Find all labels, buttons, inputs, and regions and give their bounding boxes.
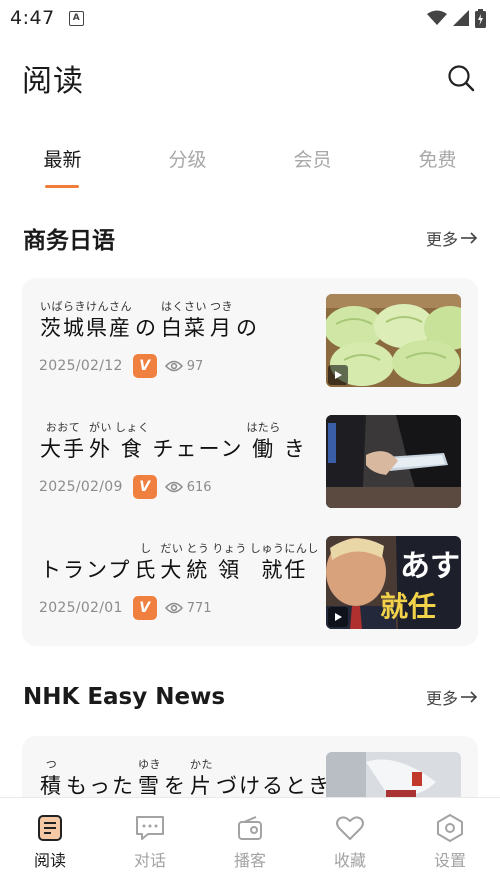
view-count: 616: [164, 479, 212, 495]
nav-dialogue[interactable]: 对话: [100, 798, 200, 888]
nav-label: 对话: [133, 851, 166, 870]
ruby-word: ゆき雪: [138, 758, 161, 798]
article-title: いばらきけんさん 茨城県産 の はくさい 白菜 つき月 の: [40, 294, 262, 342]
category-tabs: 最新 分级 会员 免费: [0, 132, 500, 192]
ruby-word: の: [135, 316, 158, 340]
notification-icon: A: [68, 10, 84, 26]
play-icon: [328, 607, 348, 627]
news-portrait-photo-thumbnail: あす 就任: [326, 536, 461, 629]
settings-icon: [437, 814, 463, 842]
thumb-overlay-text-2: 就任: [380, 590, 436, 623]
more-label: 更多: [425, 230, 458, 249]
chat-icon: [136, 816, 164, 840]
nav-label: 设置: [433, 851, 466, 870]
arrow-right-icon: [461, 232, 478, 244]
signal-icon: [453, 10, 469, 26]
ruby-word: おおて 大手: [40, 421, 86, 461]
search-icon: [448, 65, 475, 92]
ruby-word: を: [164, 774, 187, 798]
vip-badge: V: [132, 475, 157, 499]
document-icon: [38, 815, 62, 841]
article-date: 2025/02/12: [39, 358, 123, 374]
ruby-word: とう統: [186, 542, 210, 582]
ruby-word: しょく食: [115, 421, 150, 461]
section-header-business: 商务日语 更多: [0, 218, 500, 258]
tablet-order-photo-thumbnail: [326, 415, 461, 508]
ruby-word: はくさい 白菜: [161, 300, 207, 340]
tab-graded[interactable]: 分级: [125, 132, 250, 192]
ruby-word: はたら働: [246, 421, 281, 461]
section-title: NHK Easy News: [23, 684, 226, 710]
arrow-right-icon: [461, 691, 478, 703]
ruby-word: りょう領: [212, 542, 247, 582]
more-label: 更多: [425, 689, 458, 708]
ruby-word: トランプ: [40, 558, 132, 582]
view-count-value: 771: [186, 600, 212, 616]
ruby-word: し氏: [134, 542, 158, 582]
tab-member[interactable]: 会员: [250, 132, 375, 192]
ruby-word: き: [283, 437, 307, 461]
ruby-word: がい外: [89, 421, 112, 461]
ruby-word: つ積: [40, 758, 63, 798]
eye-icon: [164, 360, 183, 372]
nav-label: 收藏: [333, 851, 366, 870]
view-count-value: 97: [186, 358, 204, 374]
search-button[interactable]: [444, 61, 478, 95]
ruby-word: しゅうにんし 就任: [249, 542, 319, 582]
nav-read[interactable]: 阅读: [0, 798, 100, 888]
article-meta: 2025/02/09 V 616: [39, 475, 212, 499]
ruby-word: チェーン: [152, 437, 244, 461]
section-header-nhk: NHK Easy News 更多: [0, 677, 500, 717]
heart-icon: [336, 816, 364, 840]
tab-free[interactable]: 免费: [375, 132, 500, 192]
wifi-icon: [427, 10, 447, 25]
ruby-word: づけるとき: [216, 774, 331, 798]
ruby-word: いばらきけんさん 茨城県産: [40, 300, 132, 340]
battery-icon: [475, 8, 486, 28]
article-title: おおて 大手 がい外 しょく食 チェーン はたら働 き: [40, 415, 310, 463]
article-date: 2025/02/09: [39, 479, 123, 495]
view-count: 97: [164, 358, 204, 374]
tab-latest[interactable]: 最新: [0, 132, 125, 192]
podcast-icon: [238, 816, 262, 840]
status-icons: [427, 8, 486, 28]
article-date: 2025/02/01: [39, 600, 123, 616]
ruby-word: だい大: [160, 542, 184, 582]
nav-podcast[interactable]: 播客: [200, 798, 300, 888]
status-time: 4:47: [10, 7, 55, 29]
eye-icon: [164, 602, 183, 614]
ruby-word: つき月: [210, 300, 233, 340]
cabbage-photo-thumbnail: [326, 294, 461, 387]
article-item[interactable]: いばらきけんさん 茨城県産 の はくさい 白菜 つき月 の 2025/02/12 V…: [22, 294, 478, 388]
article-card-business: いばらきけんさん 茨城県産 の はくさい 白菜 つき月 の 2025/02/12 V…: [22, 278, 478, 646]
article-title: つ積 もった ゆき雪 を かた片 づけるとき: [40, 752, 334, 800]
bottom-nav: 阅读 对话 播客 收藏 设置: [0, 797, 500, 888]
article-title: トランプ し氏 だい大 とう統 りょう領 しゅうにんし 就任: [40, 536, 322, 584]
article-item[interactable]: おおて 大手 がい外 しょく食 チェーン はたら働 き 2025/02/09 V …: [22, 415, 478, 509]
view-count-value: 616: [186, 479, 212, 495]
thumb-overlay-text-1: あす: [400, 549, 460, 584]
ruby-word: の: [236, 316, 259, 340]
article-item[interactable]: トランプ し氏 だい大 とう統 りょう領 しゅうにんし 就任 2025/02/01…: [22, 536, 478, 630]
app-header: 阅读: [0, 36, 500, 120]
nav-favorites[interactable]: 收藏: [300, 798, 400, 888]
nav-label: 阅读: [33, 851, 66, 870]
play-icon: [328, 365, 348, 385]
view-count: 771: [164, 600, 212, 616]
vip-badge: V: [132, 354, 157, 378]
ruby-word: かた片: [190, 758, 213, 798]
status-bar: 4:47 A: [0, 0, 500, 36]
more-link-nhk[interactable]: 更多: [426, 685, 478, 709]
article-meta: 2025/02/01 V 771: [39, 596, 212, 620]
more-link-business[interactable]: 更多: [426, 226, 478, 250]
section-title: 商务日语: [23, 228, 115, 254]
page-title: 阅读: [22, 64, 84, 99]
nav-settings[interactable]: 设置: [400, 798, 500, 888]
vip-badge: V: [132, 596, 157, 620]
nav-label: 播客: [233, 851, 266, 870]
ruby-word: もった: [66, 774, 135, 798]
article-meta: 2025/02/12 V 97: [39, 354, 203, 378]
eye-icon: [164, 481, 183, 493]
